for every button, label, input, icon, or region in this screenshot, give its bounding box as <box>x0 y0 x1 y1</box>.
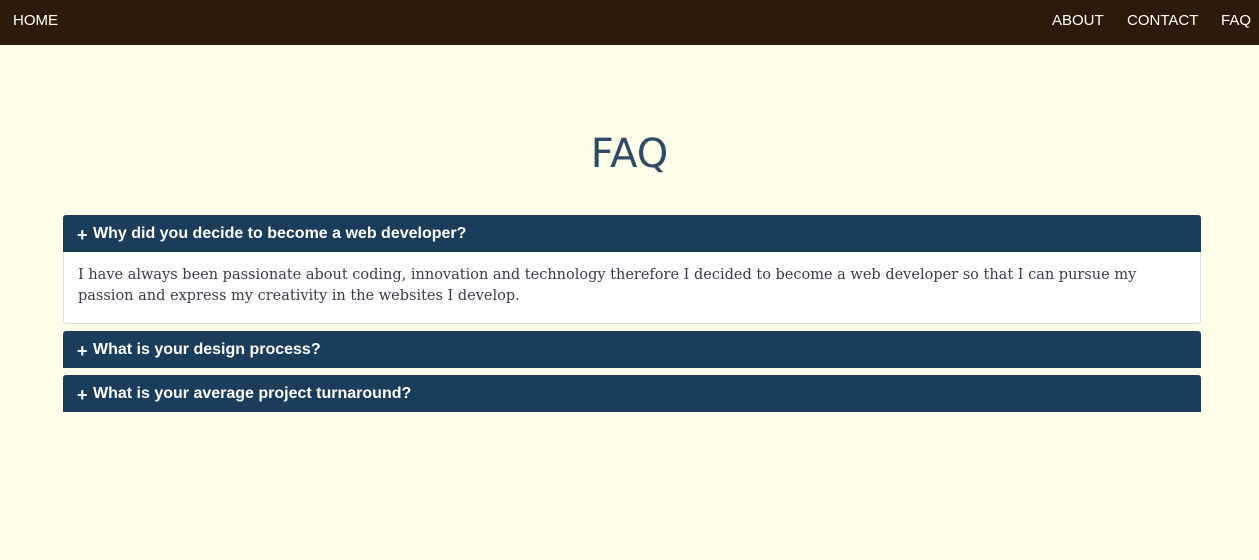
plus-icon: + <box>77 340 88 361</box>
top-navbar: HOME ABOUT CONTACT FAQ <box>0 0 1259 45</box>
faq-question-header[interactable]: + Why did you decide to become a web dev… <box>63 215 1201 252</box>
nav-contact-link[interactable]: CONTACT <box>1127 12 1198 30</box>
faq-panel: + What is your average project turnaroun… <box>63 375 1201 412</box>
faq-accordion: + Why did you decide to become a web dev… <box>63 215 1201 419</box>
faq-question-text: What is your design process? <box>93 340 321 358</box>
faq-answer: I have always been passionate about codi… <box>63 252 1201 324</box>
nav-home-link[interactable]: HOME <box>13 12 58 30</box>
faq-question-text: What is your average project turnaround? <box>93 384 412 402</box>
faq-question-header[interactable]: + What is your average project turnaroun… <box>63 375 1201 412</box>
faq-question-header[interactable]: + What is your design process? <box>63 331 1201 368</box>
faq-question-text: Why did you decide to become a web devel… <box>93 224 467 242</box>
faq-panel: + Why did you decide to become a web dev… <box>63 215 1201 324</box>
faq-panel: + What is your design process? <box>63 331 1201 368</box>
page-title: FAQ <box>590 131 669 177</box>
nav-about-link[interactable]: ABOUT <box>1052 12 1104 30</box>
plus-icon: + <box>77 224 88 245</box>
nav-faq-link[interactable]: FAQ <box>1221 12 1251 30</box>
plus-icon: + <box>77 384 88 405</box>
